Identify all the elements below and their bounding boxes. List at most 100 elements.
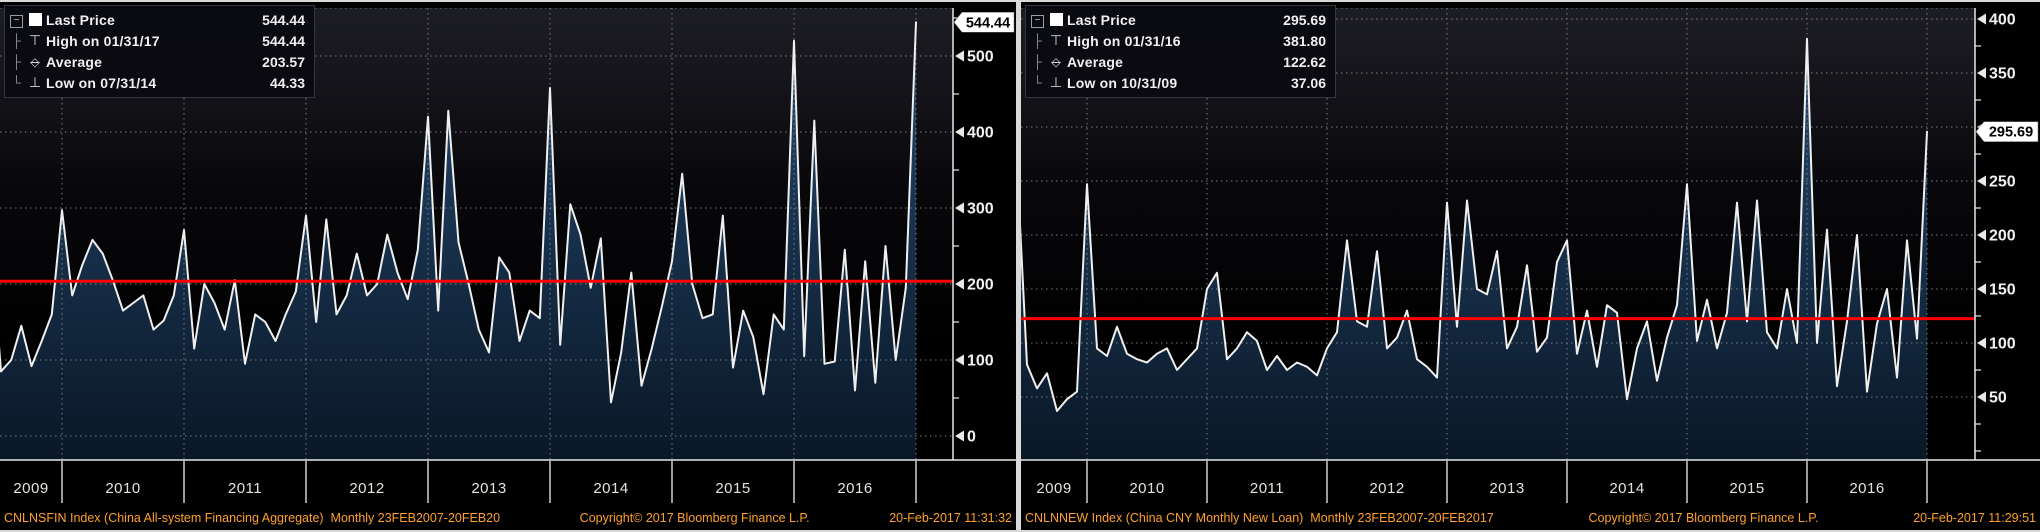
- y-axis-tick-arrow: [1977, 68, 1986, 79]
- legend-label: High on 01/31/17: [46, 33, 249, 49]
- footer-datetime: 20-Feb-2017 11:29:51: [1913, 511, 2036, 525]
- y-axis-tick-arrow: [1977, 230, 1986, 241]
- y-axis-tick-arrow: [1977, 392, 1986, 403]
- y-axis-tick-label: 0: [967, 428, 976, 445]
- legend-label: Low on 07/31/14: [46, 75, 249, 91]
- legend-label: Low on 10/31/09: [1067, 75, 1270, 91]
- x-axis-year-label: 2009: [13, 480, 48, 497]
- chart-legend-left: − Last Price 544.44 High on 01/31/17 544…: [4, 5, 315, 98]
- legend-value: 295.69: [1270, 12, 1326, 28]
- legend-label: High on 01/31/16: [1067, 33, 1270, 49]
- legend-row-low: Low on 10/31/09 37.06: [1030, 72, 1326, 93]
- last-price-tag-value: 544.44: [966, 15, 1010, 31]
- x-axis-year-label: 2015: [715, 480, 750, 497]
- legend-tree: −: [9, 11, 24, 28]
- y-axis-tick-label: 150: [1989, 282, 2016, 299]
- x-axis-year-label: 2010: [1129, 480, 1164, 497]
- legend-value: 122.62: [1270, 54, 1326, 70]
- low-marker-icon: [1045, 74, 1067, 91]
- y-axis-tick-label: 200: [967, 277, 994, 294]
- legend-collapse-icon[interactable]: −: [10, 15, 23, 28]
- x-axis-year-label: 2014: [1609, 480, 1644, 497]
- last-price-tag: 544.44: [954, 12, 1014, 32]
- legend-tree: [1030, 54, 1045, 69]
- x-axis-year-label: 2012: [1369, 480, 1404, 497]
- legend-row-last-price: − Last Price 544.44: [9, 9, 305, 30]
- last-price-swatch-icon: [1045, 13, 1067, 26]
- x-axis-year-label: 2009: [1036, 480, 1071, 497]
- legend-collapse-icon[interactable]: −: [1031, 15, 1044, 28]
- window-frame-top: [0, 0, 2040, 2]
- x-axis-year-label: 2015: [1729, 480, 1764, 497]
- legend-tree: [9, 33, 24, 48]
- legend-value: 544.44: [249, 12, 305, 28]
- average-marker-icon: [24, 55, 46, 69]
- legend-row-average: Average 203.57: [9, 51, 305, 72]
- footer-datetime: 20-Feb-2017 11:31:32: [889, 511, 1012, 525]
- x-axis-year-label: 2010: [105, 480, 140, 497]
- x-axis-year-label: 2016: [1849, 480, 1884, 497]
- y-axis-tick-arrow: [955, 51, 964, 62]
- legend-label: Last Price: [1067, 12, 1270, 28]
- copyright-text: Copyright© 2017 Bloomberg Finance L.P.: [1589, 511, 1819, 525]
- y-axis-tick-arrow: [955, 203, 964, 214]
- y-axis-tick-arrow: [955, 127, 964, 138]
- x-axis-year-label: 2011: [228, 480, 262, 497]
- legend-value: 37.06: [1270, 75, 1326, 91]
- y-axis-tick-arrow: [955, 279, 964, 290]
- security-description: CNLNSFIN Index (China All-system Financi…: [4, 511, 500, 525]
- x-axis-year-label: 2013: [1489, 480, 1524, 497]
- legend-tree: −: [1030, 11, 1045, 28]
- y-axis-tick-label: 250: [1989, 174, 2016, 191]
- y-axis-tick-label: 500: [967, 49, 994, 66]
- y-axis-tick-label: 350: [1989, 66, 2016, 83]
- legend-tree: [9, 75, 24, 90]
- chart-legend-right: − Last Price 295.69 High on 01/31/16 381…: [1025, 5, 1336, 98]
- y-axis-tick-arrow: [1977, 284, 1986, 295]
- y-axis-tick-label: 400: [1989, 12, 2016, 29]
- legend-value: 44.33: [249, 75, 305, 91]
- high-marker-icon: [24, 32, 46, 49]
- legend-tree: [9, 54, 24, 69]
- legend-row-low: Low on 07/31/14 44.33: [9, 72, 305, 93]
- security-description: CNLNNEW Index (China CNY Monthly New Loa…: [1025, 511, 1494, 525]
- legend-row-high: High on 01/31/17 544.44: [9, 30, 305, 51]
- panel-divider: [1016, 0, 1021, 532]
- chart-footer-left: CNLNSFIN Index (China All-system Financi…: [0, 506, 1016, 530]
- last-price-tag-value: 295.69: [1989, 125, 2033, 141]
- high-marker-icon: [1045, 32, 1067, 49]
- x-axis-year-label: 2014: [593, 480, 628, 497]
- legend-label: Last Price: [46, 12, 249, 28]
- x-axis-year-label: 2011: [1250, 480, 1284, 497]
- y-axis-tick-label: 100: [1989, 336, 2016, 353]
- chart-panel-right: 5010015020025030035040020092010201120122…: [1021, 0, 2040, 532]
- legend-tree: [1030, 33, 1045, 48]
- legend-tree: [1030, 75, 1045, 90]
- y-axis-tick-label: 400: [967, 125, 994, 142]
- y-axis-tick-label: 200: [1989, 228, 2016, 245]
- legend-row-average: Average 122.62: [1030, 51, 1326, 72]
- y-axis-tick-arrow: [1977, 176, 1986, 187]
- y-axis-tick-arrow: [1977, 14, 1986, 25]
- y-axis-tick-label: 300: [967, 201, 994, 218]
- legend-label: Average: [1067, 54, 1270, 70]
- last-price-tag: 295.69: [1976, 122, 2038, 142]
- x-axis-year-label: 2016: [837, 480, 872, 497]
- legend-row-high: High on 01/31/16 381.80: [1030, 30, 1326, 51]
- legend-value: 203.57: [249, 54, 305, 70]
- y-axis-tick-arrow: [955, 430, 964, 441]
- legend-value: 381.80: [1270, 33, 1326, 49]
- last-price-swatch-icon: [24, 13, 46, 26]
- low-marker-icon: [24, 74, 46, 91]
- legend-row-last-price: − Last Price 295.69: [1030, 9, 1326, 30]
- average-marker-icon: [1045, 55, 1067, 69]
- x-axis-year-label: 2012: [349, 480, 384, 497]
- y-axis-tick-arrow: [1977, 338, 1986, 349]
- y-axis-tick-label: 100: [967, 352, 994, 369]
- x-axis-year-label: 2013: [471, 480, 506, 497]
- y-axis-tick-label: 50: [1989, 390, 2007, 407]
- copyright-text: Copyright© 2017 Bloomberg Finance L.P.: [580, 511, 810, 525]
- legend-value: 544.44: [249, 33, 305, 49]
- chart-panel-left: 0 100 200 300 400 500 2009 2010 2011 2012 2013 2014…: [0, 0, 1016, 532]
- legend-label: Average: [46, 54, 249, 70]
